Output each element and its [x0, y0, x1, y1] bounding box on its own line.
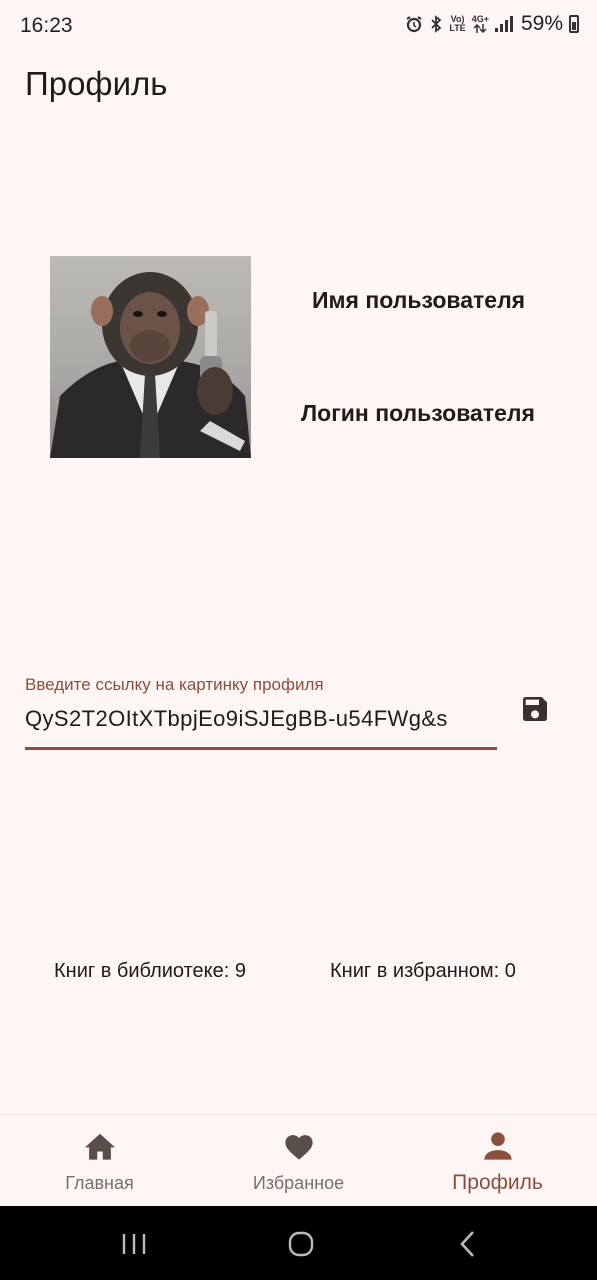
- nav-item-home[interactable]: Главная: [0, 1115, 199, 1207]
- nav-label-profile: Профиль: [452, 1171, 543, 1194]
- save-icon: [523, 697, 547, 721]
- net-type-label: 4G+: [471, 14, 489, 24]
- nav-label-home: Главная: [65, 1173, 134, 1193]
- recent-apps-button[interactable]: [104, 1226, 164, 1262]
- image-url-label: Введите ссылку на картинку профиля: [25, 675, 324, 694]
- system-navigation-bar: [0, 1206, 597, 1280]
- profile-avatar: [50, 256, 251, 458]
- volte-bottom-label: LTE: [449, 23, 466, 33]
- home-circle-icon: [288, 1231, 314, 1257]
- person-icon: [481, 1129, 515, 1163]
- bluetooth-icon: [429, 15, 443, 33]
- back-button[interactable]: [438, 1226, 498, 1262]
- battery-icon: [569, 15, 579, 33]
- back-chevron-icon: [460, 1231, 474, 1257]
- user-login: Логин пользователя: [301, 400, 535, 426]
- mobile-data-icon: 4G+: [472, 15, 489, 33]
- favorites-count: Книг в избранном: 0: [330, 960, 516, 982]
- bottom-navigation: Главная Избранное Профиль: [0, 1114, 597, 1206]
- home-system-button[interactable]: [271, 1226, 331, 1262]
- status-icons: Vo) LTE 4G+ 59%: [405, 12, 579, 36]
- save-button[interactable]: [514, 688, 556, 730]
- nav-label-favorites: Избранное: [252, 1173, 345, 1193]
- page-title: Профиль: [25, 65, 168, 102]
- library-count: Книг в библиотеке: 9: [54, 960, 247, 982]
- status-bar: 16:23 Vo) LTE 4G+ 59%: [0, 0, 597, 52]
- status-time: 16:23: [20, 14, 73, 37]
- signal-icon: [494, 16, 513, 32]
- image-url-field[interactable]: Введите ссылку на картинку профиля: [25, 672, 497, 752]
- recent-apps-icon: [122, 1234, 146, 1254]
- image-url-input[interactable]: [25, 706, 497, 732]
- heart-icon: [282, 1129, 316, 1163]
- nav-item-favorites[interactable]: Избранное: [199, 1115, 398, 1207]
- home-icon: [83, 1129, 117, 1163]
- nav-item-profile[interactable]: Профиль: [398, 1115, 597, 1207]
- volte-icon: Vo) LTE: [449, 15, 465, 33]
- alarm-icon: [405, 15, 423, 33]
- input-underline: [25, 747, 497, 750]
- battery-percent: 59%: [520, 12, 563, 35]
- user-name: Имя пользователя: [312, 287, 526, 313]
